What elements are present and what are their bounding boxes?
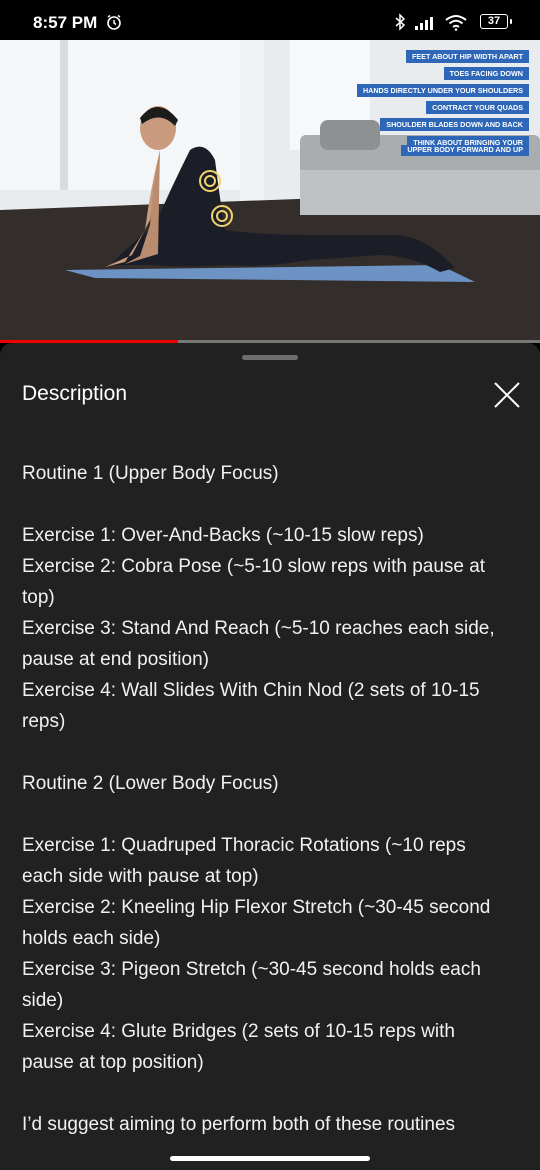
signal-icon <box>415 17 433 30</box>
video-tip: SHOULDER BLADES DOWN AND BACK <box>380 118 529 131</box>
video-tip: TOES FACING DOWN <box>443 67 529 80</box>
description-sheet: Description Routine 1 (Upper Body Focus)… <box>0 343 540 1170</box>
battery-icon: 37 <box>480 14 512 29</box>
description-text: Routine 1 (Upper Body Focus) Exercise 1:… <box>22 463 495 1135</box>
video-player[interactable]: FEET ABOUT HIP WIDTH APART TOES FACING D… <box>0 40 540 342</box>
video-tip: FEET ABOUT HIP WIDTH APART <box>405 50 529 63</box>
video-tip: HANDS DIRECTLY UNDER YOUR SHOULDERS <box>356 84 529 97</box>
home-indicator[interactable] <box>170 1156 370 1161</box>
sheet-title: Description <box>22 382 128 405</box>
battery-level: 37 <box>487 15 501 27</box>
wifi-icon <box>445 15 467 31</box>
video-tip: CONTRACT YOUR QUADS <box>426 101 529 114</box>
drag-handle[interactable] <box>242 355 298 360</box>
status-bar: 8:57 PM 37 <box>0 0 540 40</box>
close-icon[interactable] <box>492 380 522 410</box>
status-time: 8:57 PM <box>33 13 98 32</box>
video-tip: UPPER BODY FORWARD AND UP <box>401 145 529 156</box>
alarm-icon <box>107 14 121 30</box>
bluetooth-icon <box>395 13 406 31</box>
